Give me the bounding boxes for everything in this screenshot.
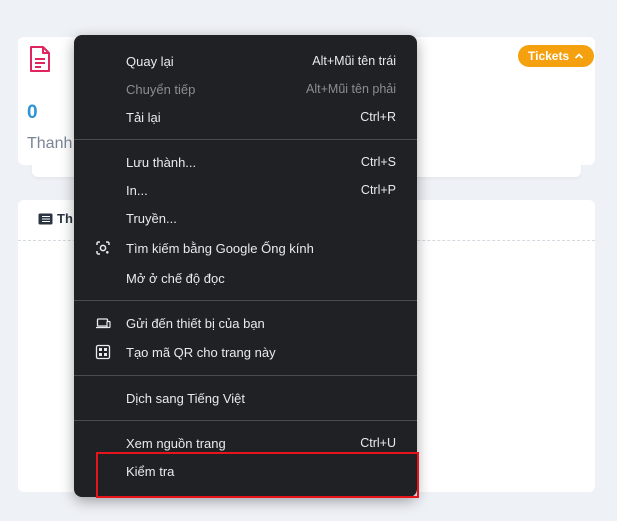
menu-item-forward[interactable]: Chuyển tiếp Alt+Mũi tên phải — [74, 75, 417, 103]
stat-label: Thanh — [27, 135, 73, 152]
chevron-up-icon — [575, 53, 584, 59]
menu-item-label: Xem nguồn trang — [126, 435, 226, 451]
menu-item-back[interactable]: Quay lại Alt+Mũi tên trái — [74, 47, 417, 75]
menu-item-label: Chuyển tiếp — [126, 81, 196, 97]
menu-item-reader-mode[interactable]: Mở ở chế độ đọc — [74, 264, 417, 292]
menu-item-label: Mở ở chế độ đọc — [126, 270, 225, 286]
menu-item-send-to-devices[interactable]: Gửi đến thiết bị của bạn — [74, 309, 417, 337]
menu-item-label: Tìm kiếm bằng Google Ống kính — [126, 240, 314, 256]
tickets-label: Tickets — [528, 49, 570, 63]
stat-value: 0 — [27, 102, 38, 123]
menu-item-label: Truyền... — [126, 210, 177, 226]
menu-item-reload[interactable]: Tải lại Ctrl+R — [74, 103, 417, 131]
menu-item-print[interactable]: In... Ctrl+P — [74, 176, 417, 204]
menu-item-label: Quay lại — [126, 53, 174, 69]
menu-item-label: Gửi đến thiết bị của bạn — [126, 315, 265, 331]
menu-item-translate[interactable]: Dịch sang Tiếng Việt — [74, 384, 417, 412]
lens-icon — [95, 240, 111, 256]
devices-icon — [95, 315, 111, 331]
menu-item-shortcut: Ctrl+U — [360, 436, 396, 450]
content-card-header: Th — [38, 211, 73, 226]
menu-separator — [74, 139, 417, 140]
context-menu: Quay lại Alt+Mũi tên trái Chuyển tiếp Al… — [74, 35, 417, 497]
menu-separator — [74, 375, 417, 376]
list-icon — [38, 213, 53, 224]
menu-separator — [74, 300, 417, 301]
menu-item-google-lens[interactable]: Tìm kiếm bằng Google Ống kính — [74, 234, 417, 262]
menu-separator — [74, 420, 417, 421]
menu-item-view-source[interactable]: Xem nguồn trang Ctrl+U — [74, 429, 417, 457]
menu-item-label: Dịch sang Tiếng Việt — [126, 390, 245, 406]
menu-item-label: Lưu thành... — [126, 154, 197, 170]
menu-item-label: Tạo mã QR cho trang này — [126, 344, 276, 360]
menu-item-shortcut: Ctrl+S — [360, 155, 396, 169]
menu-item-qr-code[interactable]: Tạo mã QR cho trang này — [74, 338, 417, 366]
qr-code-icon — [95, 344, 111, 360]
menu-item-cast[interactable]: Truyền... — [74, 204, 417, 232]
menu-item-shortcut: Alt+Mũi tên phải — [306, 82, 396, 96]
document-icon — [30, 46, 50, 72]
menu-item-shortcut: Alt+Mũi tên trái — [312, 54, 396, 68]
menu-item-shortcut: Ctrl+P — [360, 183, 396, 197]
menu-item-label: Kiểm tra — [126, 463, 175, 479]
menu-item-inspect[interactable]: Kiểm tra — [74, 457, 417, 485]
menu-item-label: In... — [126, 182, 148, 198]
menu-item-shortcut: Ctrl+R — [360, 110, 396, 124]
content-card-title: Th — [57, 211, 73, 226]
tickets-toggle-button[interactable]: Tickets — [518, 45, 595, 67]
menu-item-label: Tải lại — [126, 109, 161, 125]
menu-item-save-as[interactable]: Lưu thành... Ctrl+S — [74, 148, 417, 176]
